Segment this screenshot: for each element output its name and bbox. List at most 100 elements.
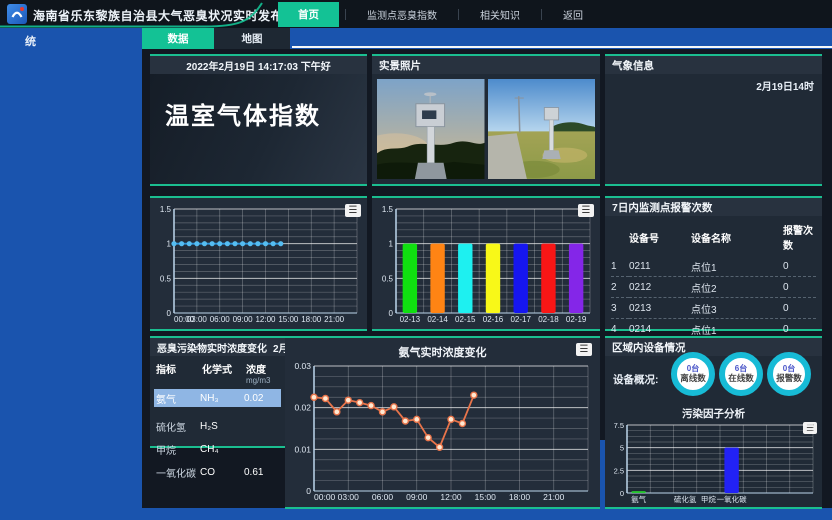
pollutant-row[interactable]: 甲烷CH₄ [154, 441, 281, 458]
pollutant-col-value: 浓度 [246, 361, 270, 376]
table-row: 10211点位10 [611, 256, 816, 277]
alarm-label: 报警数 [776, 374, 802, 383]
pollutant-title: 恶臭污染物实时浓度变化 [157, 340, 267, 355]
svg-text:00:00: 00:00 [314, 492, 336, 502]
nh3-chart-title: 氨气实时浓度变化 [285, 344, 600, 360]
factor-chart-title: 污染因子分析 [605, 406, 822, 421]
device-overview-label: 设备概况: [613, 372, 659, 387]
nav-knowledge[interactable]: 相关知识 [459, 7, 541, 22]
pollutant-panel: 恶臭污染物实时浓度变化 2月19日14时 指标 化学式 浓度 mg/m3 氨气N… [150, 336, 285, 448]
factor-chart: 氨气硫化氢甲烷一氧化碳02.557.5 [608, 422, 817, 509]
svg-text:21:00: 21:00 [543, 492, 565, 502]
weather-panel: 气象信息 2月19日14时 [605, 54, 822, 186]
pollutant-header-row: 指标 化学式 浓度 mg/m3 [156, 361, 279, 385]
nav-back[interactable]: 返回 [542, 7, 604, 22]
svg-text:06:00: 06:00 [372, 492, 394, 502]
svg-text:0.01: 0.01 [294, 444, 311, 454]
svg-text:甲烷: 甲烷 [701, 494, 716, 504]
pollutant-row[interactable]: 一氧化碳CO0.61 [154, 464, 281, 481]
weather-time: 2月19日14时 [756, 78, 814, 93]
pollutant-table-body: 氨气NH₃0.02 硫化氢H₂S 甲烷CH₄ 一氧化碳CO0.61 [150, 389, 285, 481]
svg-text:09:00: 09:00 [406, 492, 428, 502]
pollutant-unit: mg/m3 [246, 376, 270, 385]
svg-text:1: 1 [389, 240, 394, 249]
svg-text:1.5: 1.5 [382, 205, 394, 214]
svg-text:2.5: 2.5 [614, 466, 624, 475]
svg-text:氨气: 氨气 [631, 494, 646, 504]
alarm-panel: 7日内监测点报警次数 设备号 设备名称 报警次数 10211点位1020212点… [605, 196, 822, 331]
pollutant-row[interactable]: 硫化氢H₂S [154, 418, 281, 435]
svg-text:1.5: 1.5 [160, 205, 172, 214]
site-photo-field [488, 79, 596, 179]
daily-odor-panel: 02-1302-1402-1502-1602-1702-1802-1900.51… [372, 196, 600, 331]
svg-text:0.5: 0.5 [160, 274, 172, 283]
tab-band: 数据 地图 [142, 28, 832, 49]
photos-panel: 实景照片 [372, 54, 600, 186]
svg-text:12:00: 12:00 [255, 315, 276, 324]
nav-odor-index[interactable]: 监测点恶臭指数 [346, 7, 458, 22]
svg-text:1: 1 [167, 240, 172, 249]
alarm-col-index [611, 220, 629, 256]
table-row: 30213点位30 [611, 298, 816, 319]
svg-text:02-18: 02-18 [538, 315, 559, 324]
svg-text:0: 0 [389, 309, 394, 318]
chart-menu-icon[interactable]: ☰ [345, 204, 361, 217]
pollutant-col-formula: 化学式 [202, 361, 246, 385]
main-content: 2022年2月19日 14:17:03 下午好 温室气体指数 实景照片 [142, 49, 832, 508]
sidebar: 统 [0, 28, 142, 520]
svg-text:02-14: 02-14 [427, 315, 448, 324]
svg-text:0: 0 [620, 489, 624, 498]
alarm-col-count: 报警次数 [783, 220, 816, 256]
nav-menu: 首页 监测点恶臭指数 相关知识 返回 [278, 0, 604, 28]
datetime-label: 2022年2月19日 14:17:03 下午好 [150, 56, 367, 74]
svg-text:02-16: 02-16 [483, 315, 504, 324]
svg-text:一氧化碳: 一氧化碳 [717, 494, 747, 504]
greenhouse-title: 温室气体指数 [165, 96, 321, 131]
pollutant-row[interactable]: 氨气NH₃0.02 [154, 389, 281, 407]
photos-title: 实景照片 [379, 58, 421, 73]
svg-text:02-19: 02-19 [566, 315, 587, 324]
svg-text:02-13: 02-13 [400, 315, 421, 324]
svg-text:12:00: 12:00 [440, 492, 462, 502]
alarm-col-device: 设备号 [629, 220, 691, 256]
svg-text:18:00: 18:00 [301, 315, 322, 324]
daily-odor-chart: 02-1302-1402-1502-1602-1702-1802-1900.51… [374, 201, 598, 332]
svg-text:0: 0 [306, 486, 311, 496]
chart-menu-icon[interactable]: ☰ [578, 204, 594, 217]
greenhouse-panel: 2022年2月19日 14:17:03 下午好 温室气体指数 [150, 54, 367, 186]
nh3-chart: 00:0003:0006:0009:0012:0015:0018:0021:00… [287, 361, 598, 510]
weather-title: 气象信息 [612, 58, 654, 73]
devices-title: 区域内设备情况 [612, 340, 686, 355]
svg-text:15:00: 15:00 [278, 315, 299, 324]
alarm-count-badge: 0台 报警数 [767, 352, 811, 396]
svg-text:03:00: 03:00 [338, 492, 360, 502]
svg-text:06:00: 06:00 [210, 315, 231, 324]
tab-data[interactable]: 数据 [142, 28, 214, 49]
svg-text:0.03: 0.03 [294, 361, 311, 371]
svg-text:15:00: 15:00 [475, 492, 497, 502]
online-count-badge: 6台 在线数 [719, 352, 763, 396]
svg-text:7.5: 7.5 [614, 422, 624, 430]
svg-text:02-15: 02-15 [455, 315, 476, 324]
offline-count-badge: 0台 离线数 [671, 352, 715, 396]
nav-home[interactable]: 首页 [278, 2, 339, 27]
svg-text:21:00: 21:00 [324, 315, 345, 324]
dashboard: 海南省乐东黎族自治县大气恶臭状况实时发布系 首页 监测点恶臭指数 相关知识 返回… [0, 0, 832, 520]
chart-menu-icon[interactable]: ☰ [576, 343, 592, 356]
sidebar-item-system[interactable]: 统 [25, 33, 36, 49]
table-row: 20212点位20 [611, 277, 816, 298]
svg-text:0.5: 0.5 [382, 274, 394, 283]
tab-underline [292, 46, 832, 48]
svg-text:硫化氢: 硫化氢 [674, 494, 697, 504]
app-title: 海南省乐东黎族自治县大气恶臭状况实时发布系 [33, 7, 296, 24]
tab-map[interactable]: 地图 [214, 28, 290, 49]
online-label: 在线数 [728, 374, 754, 383]
photos-body [372, 74, 600, 184]
gas-index-panel: 00:0003:0006:0009:0012:0015:0018:0021:00… [150, 196, 367, 331]
alarm-col-name: 设备名称 [691, 220, 783, 256]
alarm-title: 7日内监测点报警次数 [612, 200, 712, 215]
pollutant-col-name: 指标 [156, 361, 202, 385]
svg-text:0.02: 0.02 [294, 403, 311, 413]
devices-panel: 区域内设备情况 设备概况: 0台 离线数 6台 在线数 0台 报警数 污染因子分… [605, 336, 822, 509]
offline-label: 离线数 [680, 374, 706, 383]
